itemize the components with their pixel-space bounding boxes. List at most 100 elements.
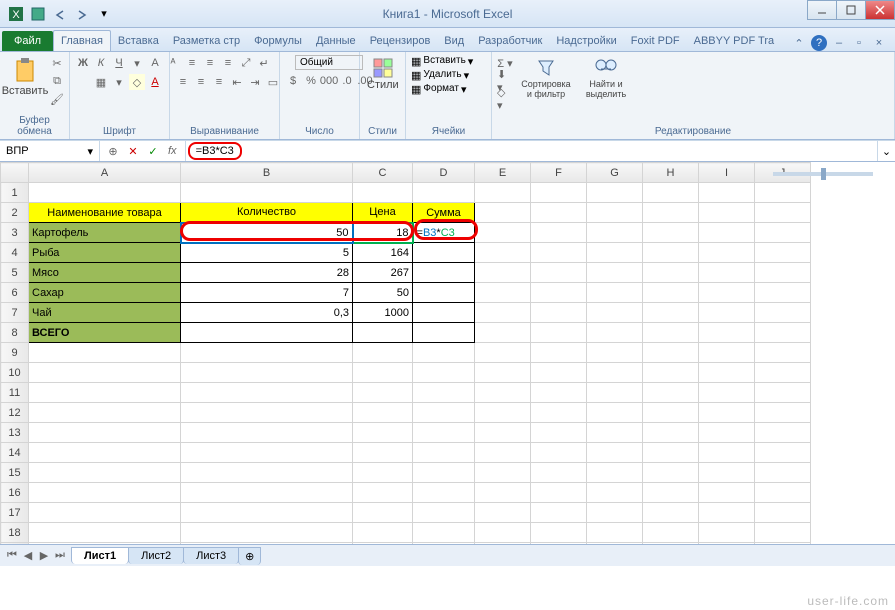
cell-B3[interactable]: 50	[181, 223, 353, 243]
cell-D5[interactable]	[413, 263, 475, 283]
cut-icon[interactable]: ✂	[49, 55, 65, 71]
save-icon[interactable]	[28, 4, 48, 24]
cell-A4[interactable]: Рыба	[29, 243, 181, 263]
cell-D6[interactable]	[413, 283, 475, 303]
row-13[interactable]: 13	[1, 423, 29, 443]
file-tab[interactable]: Файл	[2, 31, 53, 51]
cell-C3[interactable]: 18	[353, 223, 413, 243]
next-sheet-icon[interactable]: ▶	[36, 548, 52, 564]
enter-formula-icon[interactable]: ✓	[144, 142, 162, 160]
copy-icon[interactable]: ⧉	[49, 73, 65, 89]
redo-icon[interactable]	[72, 4, 92, 24]
align-left-icon[interactable]: ≡	[175, 74, 191, 90]
cell-B7[interactable]: 0,3	[181, 303, 353, 323]
sheet-tab-1[interactable]: Лист1	[71, 547, 129, 564]
percent-icon[interactable]: %	[303, 73, 319, 89]
hdr-price[interactable]: Цена	[353, 203, 413, 223]
tab-foxit[interactable]: Foxit PDF	[624, 31, 687, 51]
win-restore-icon[interactable]: ▫	[851, 35, 867, 51]
row-9[interactable]: 9	[1, 343, 29, 363]
tab-view[interactable]: Вид	[437, 31, 471, 51]
zoom-slider[interactable]	[773, 172, 873, 176]
indent-inc-icon[interactable]: ⇥	[247, 74, 263, 90]
col-I[interactable]: I	[699, 163, 755, 183]
align-mid-icon[interactable]: ≡	[202, 55, 218, 71]
tab-formulas[interactable]: Формулы	[247, 31, 309, 51]
merge-icon[interactable]: ▭	[265, 74, 281, 90]
cell-D7[interactable]	[413, 303, 475, 323]
name-box[interactable]: ВПР▾	[0, 141, 100, 161]
fx-icon[interactable]: fx	[164, 145, 181, 157]
formula-input[interactable]: =B3*C3	[186, 141, 877, 161]
hdr-name[interactable]: Наименование товара	[29, 203, 181, 223]
col-A[interactable]: A	[29, 163, 181, 183]
col-H[interactable]: H	[643, 163, 699, 183]
expand-formula-icon[interactable]: ⌄	[877, 141, 895, 161]
number-format-select[interactable]: Общий	[295, 55, 363, 70]
italic-icon[interactable]: К	[93, 55, 109, 71]
cancel-formula-icon[interactable]: ✕	[124, 142, 142, 160]
close-button[interactable]	[865, 0, 895, 20]
col-D[interactable]: D	[413, 163, 475, 183]
tab-developer[interactable]: Разработчик	[471, 31, 549, 51]
row-2[interactable]: 2	[1, 203, 29, 223]
wrap-icon[interactable]: ↵	[256, 55, 272, 71]
align-top-icon[interactable]: ≡	[184, 55, 200, 71]
fill-color-icon[interactable]: ◇	[129, 74, 145, 90]
cell-A5[interactable]: Мясо	[29, 263, 181, 283]
align-bot-icon[interactable]: ≡	[220, 55, 236, 71]
comma-icon[interactable]: 000	[321, 73, 337, 89]
row-18[interactable]: 18	[1, 523, 29, 543]
find-select-button[interactable]: Найти и выделить	[579, 55, 633, 124]
help-icon[interactable]: ?	[811, 35, 827, 51]
row-4[interactable]: 4	[1, 243, 29, 263]
font-color-icon[interactable]: A	[147, 74, 163, 90]
sheet[interactable]: A B C D E F G H I J 1 2 Наименование тов…	[0, 162, 895, 544]
cell-B8[interactable]	[181, 323, 353, 343]
row-5[interactable]: 5	[1, 263, 29, 283]
minimize-button[interactable]	[807, 0, 837, 20]
orientation-icon[interactable]: ⤢	[238, 55, 254, 71]
select-all[interactable]	[1, 163, 29, 183]
row-14[interactable]: 14	[1, 443, 29, 463]
row-7[interactable]: 7	[1, 303, 29, 323]
first-sheet-icon[interactable]: ⏮	[4, 548, 20, 564]
tab-layout[interactable]: Разметка стр	[166, 31, 247, 51]
row-11[interactable]: 11	[1, 383, 29, 403]
last-sheet-icon[interactable]: ⏭	[52, 548, 68, 564]
cell-C8[interactable]	[353, 323, 413, 343]
win-mini-icon[interactable]: –	[831, 35, 847, 51]
col-F[interactable]: F	[531, 163, 587, 183]
cell-D4[interactable]	[413, 243, 475, 263]
format-cells-button[interactable]: ▦Формат▾	[411, 83, 466, 96]
inc-dec-icon[interactable]: .0	[339, 73, 355, 89]
row-8[interactable]: 8	[1, 323, 29, 343]
tab-insert[interactable]: Вставка	[111, 31, 166, 51]
row-16[interactable]: 16	[1, 483, 29, 503]
currency-icon[interactable]: $	[285, 73, 301, 89]
tab-abbyy[interactable]: ABBYY PDF Tra	[687, 31, 782, 51]
styles-button[interactable]: Стили	[365, 55, 401, 124]
win-close-icon[interactable]: ×	[871, 35, 887, 51]
indent-dec-icon[interactable]: ⇤	[229, 74, 245, 90]
insert-cells-button[interactable]: ▦Вставить▾	[411, 55, 473, 68]
format-painter-icon[interactable]: 🖌	[49, 91, 65, 107]
cell-C5[interactable]: 267	[353, 263, 413, 283]
undo-icon[interactable]	[50, 4, 70, 24]
new-sheet-icon[interactable]: ⊕	[238, 547, 261, 565]
cell-B6[interactable]: 7	[181, 283, 353, 303]
clear-icon[interactable]: ◇ ▾	[497, 91, 513, 107]
tab-home[interactable]: Главная	[53, 30, 111, 51]
cell-A3[interactable]: Картофель	[29, 223, 181, 243]
cell-D3-editing[interactable]: =B3*C3	[413, 223, 475, 243]
underline-icon[interactable]: Ч	[111, 55, 127, 71]
cell-D8[interactable]	[413, 323, 475, 343]
sheet-tab-2[interactable]: Лист2	[128, 547, 184, 564]
row-19[interactable]: 19	[1, 543, 29, 545]
col-E[interactable]: E	[475, 163, 531, 183]
minimize-ribbon-icon[interactable]: ⌃	[791, 35, 807, 51]
sort-filter-button[interactable]: Сортировка и фильтр	[517, 55, 575, 124]
cell-B5[interactable]: 28	[181, 263, 353, 283]
tab-addins[interactable]: Надстройки	[549, 31, 623, 51]
row-10[interactable]: 10	[1, 363, 29, 383]
